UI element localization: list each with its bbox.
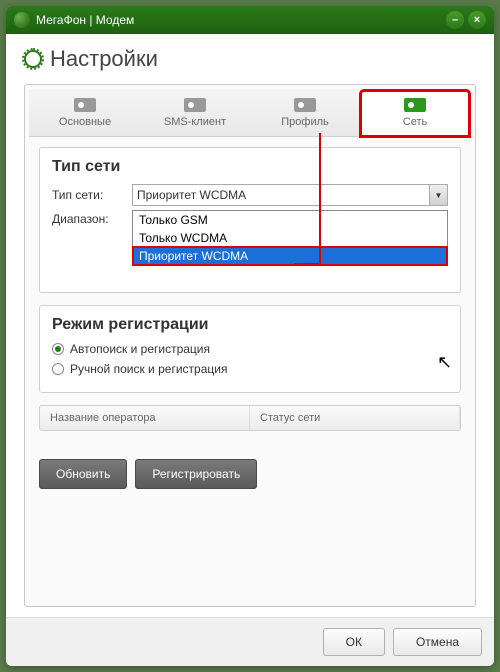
cancel-button[interactable]: Отмена (393, 628, 482, 656)
network-type-heading: Тип сети (52, 158, 448, 176)
registration-heading: Режим регистрации (52, 316, 448, 334)
network-type-select[interactable]: Приоритет WCDMA ▼ (132, 184, 448, 206)
annotation-line (319, 133, 321, 263)
col-operator: Название оператора (40, 406, 250, 430)
option-wcdma-priority[interactable]: Приоритет WCDMA (133, 247, 447, 265)
key-icon (404, 98, 426, 112)
minimize-button[interactable]: – (446, 11, 464, 29)
range-label: Диапазон: (52, 212, 132, 226)
tab-basic[interactable]: Основные (31, 91, 139, 136)
dialog-footer: ОК Отмена (6, 617, 494, 666)
page-title: Настройки (24, 46, 476, 72)
ok-button[interactable]: ОК (323, 628, 385, 656)
tab-body: Тип сети Тип сети: Приоритет WCDMA ▼ Диа… (29, 137, 471, 453)
tab-bar: Основные SMS-клиент Профиль Сеть (29, 89, 471, 137)
chevron-down-icon: ▼ (429, 185, 447, 205)
radio-auto[interactable]: Автопоиск и регистрация (52, 342, 448, 356)
radio-icon (52, 343, 64, 355)
app-window: МегаФон | Модем – × Настройки Основные S… (6, 6, 494, 666)
titlebar: МегаФон | Модем – × (6, 6, 494, 34)
action-buttons: Обновить Регистрировать (29, 453, 471, 499)
key-icon (184, 98, 206, 112)
option-gsm-only[interactable]: Только GSM (133, 211, 447, 229)
tab-sms[interactable]: SMS-клиент (141, 91, 249, 136)
close-button[interactable]: × (468, 11, 486, 29)
col-status: Статус сети (250, 406, 460, 430)
key-icon (294, 98, 316, 112)
tab-profile[interactable]: Профиль (251, 91, 359, 136)
radio-manual[interactable]: Ручной поиск и регистрация (52, 362, 448, 376)
key-icon (74, 98, 96, 112)
type-label: Тип сети: (52, 188, 132, 202)
radio-icon (52, 363, 64, 375)
tab-network[interactable]: Сеть (361, 91, 469, 136)
registration-section: Режим регистрации Автопоиск и регистраци… (39, 305, 461, 393)
network-type-dropdown[interactable]: Только GSM Только WCDMA Приоритет WCDMA (132, 210, 448, 266)
settings-panel: Основные SMS-клиент Профиль Сеть Тип се (24, 84, 476, 607)
network-type-section: Тип сети Тип сети: Приоритет WCDMA ▼ Диа… (39, 147, 461, 293)
window-title: МегаФон | Модем (36, 13, 134, 27)
annotation-arrow (294, 263, 321, 265)
app-logo-icon (14, 12, 30, 28)
register-button[interactable]: Регистрировать (135, 459, 257, 489)
gear-icon (24, 50, 42, 68)
refresh-button[interactable]: Обновить (39, 459, 127, 489)
content-area: Настройки Основные SMS-клиент Профиль (6, 34, 494, 617)
operators-table-header: Название оператора Статус сети (39, 405, 461, 431)
option-wcdma-only[interactable]: Только WCDMA (133, 229, 447, 247)
